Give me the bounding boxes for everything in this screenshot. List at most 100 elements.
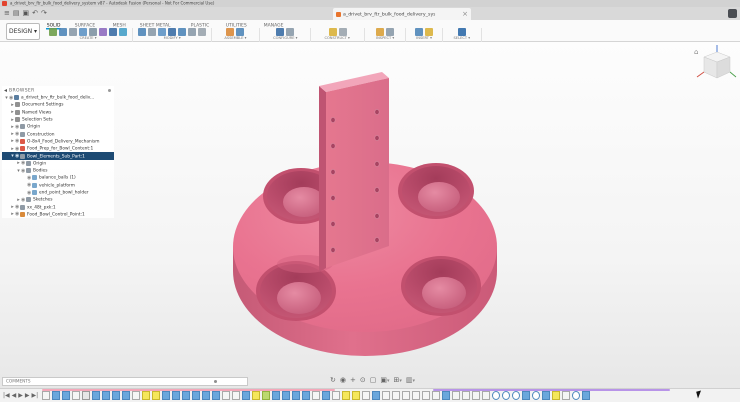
view-cube[interactable]: ⌂ (693, 44, 737, 94)
application-menu-icon[interactable]: ≡ (4, 9, 10, 18)
visibility-eye-icon[interactable]: ◉ (15, 153, 19, 159)
document-tab[interactable]: a_drivet_brv_ftr_bulk_food_delivery_syst… (333, 8, 471, 20)
timeline-feature-9[interactable] (122, 391, 130, 400)
group-label[interactable]: INSERT ▾ (416, 36, 432, 40)
display-settings-icon[interactable]: ▣▾ (380, 376, 389, 386)
tree-item[interactable]: ▸Named Views (2, 109, 114, 116)
group-label[interactable]: SELECT ▾ (454, 36, 471, 40)
measure-icon[interactable] (376, 28, 384, 36)
timeline-feature-14[interactable] (172, 391, 180, 400)
timeline-feature-37[interactable] (402, 391, 410, 400)
tree-item[interactable]: ▸◉xx_48t_pxk:1 (2, 203, 114, 210)
timeline-feature-3[interactable] (62, 391, 70, 400)
group-label[interactable]: ASSEMBLE ▾ (224, 36, 246, 40)
tree-item[interactable]: ▾◉a_drivet_brv_ftr_bulk_food_deliv... (2, 94, 114, 101)
play-icon[interactable]: ▶ (18, 392, 23, 400)
timeline-feature-35[interactable] (382, 391, 390, 400)
timeline-feature-24[interactable] (272, 391, 280, 400)
timeline-feature-18[interactable] (212, 391, 220, 400)
timeline-feature-25[interactable] (282, 391, 290, 400)
file-icon[interactable]: ▤ (13, 9, 20, 18)
split-body-icon[interactable] (188, 28, 196, 36)
timeline-feature-7[interactable] (102, 391, 110, 400)
tab-sheet-metal[interactable]: SHEET METAL (139, 22, 171, 27)
tree-item[interactable]: ◉balance_balls (1) (2, 174, 114, 181)
timeline-feature-44[interactable] (472, 391, 480, 400)
group-label[interactable]: CONFIGURE ▾ (273, 36, 297, 40)
visibility-eye-icon[interactable]: ◉ (15, 131, 19, 137)
redo-icon[interactable]: ↷ (41, 9, 47, 18)
go-to-end-icon[interactable]: ▶| (32, 392, 39, 400)
timeline-feature-19[interactable] (222, 391, 230, 400)
close-tab-icon[interactable]: × (462, 10, 468, 18)
group-label[interactable]: CREATE ▾ (80, 36, 97, 40)
tab-solid[interactable]: SOLID (46, 22, 61, 27)
viewports-icon[interactable]: ▥▾ (406, 376, 415, 386)
tree-item[interactable]: ▾◉Bodies (2, 167, 114, 174)
timeline-feature-23[interactable] (262, 391, 270, 400)
timeline-feature-39[interactable] (422, 391, 430, 400)
timeline-feature-26[interactable] (292, 391, 300, 400)
group-label[interactable]: INSPECT ▾ (376, 36, 394, 40)
insert-derive-icon[interactable] (415, 28, 423, 36)
configuration-icon[interactable] (276, 28, 284, 36)
timeline-feature-31[interactable] (342, 391, 350, 400)
new-component-icon[interactable] (226, 28, 234, 36)
create-sketch-icon[interactable] (49, 28, 57, 36)
extrude-icon[interactable] (59, 28, 67, 36)
undo-icon[interactable]: ↶ (32, 9, 38, 18)
tab-utilities[interactable]: UTILITIES (225, 22, 247, 27)
timeline-feature-5[interactable] (82, 391, 90, 400)
zoom-icon[interactable]: ⊙ (360, 376, 366, 385)
panel-options-icon[interactable] (108, 89, 111, 92)
timeline-feature-17[interactable] (202, 391, 210, 400)
comments-bar[interactable]: COMMENTS (2, 377, 248, 386)
pattern-icon[interactable] (99, 28, 107, 36)
timeline-feature-16[interactable] (192, 391, 200, 400)
construction-axis-icon[interactable] (339, 28, 347, 36)
grid-layout-icon[interactable]: ⊞▾ (394, 376, 402, 386)
timeline-feature-20[interactable] (232, 391, 240, 400)
timeline-feature-34[interactable] (372, 391, 380, 400)
tree-item[interactable]: ◉end_point_bowl_holder (2, 189, 114, 196)
press-pull-icon[interactable] (138, 28, 146, 36)
timeline-feature-53[interactable] (562, 391, 570, 400)
workspace-selector[interactable]: DESIGN ▾ (6, 23, 40, 40)
fit-icon[interactable]: ▢ (370, 376, 377, 385)
orbit-icon[interactable]: ↻ (330, 376, 336, 385)
pan-icon[interactable]: + (350, 376, 356, 385)
offset-plane-icon[interactable] (329, 28, 337, 36)
tree-item[interactable]: ▸◉Origin (2, 160, 114, 167)
timeline-feature-28[interactable] (312, 391, 320, 400)
tab-manage[interactable]: MANAGE (263, 22, 284, 27)
timeline-feature-38[interactable] (412, 391, 420, 400)
timeline-feature-51[interactable] (542, 391, 550, 400)
timeline-feature-49[interactable] (522, 391, 530, 400)
user-avatar[interactable] (728, 9, 737, 18)
group-label[interactable]: MODIFY ▾ (163, 36, 180, 40)
timeline-feature-29[interactable] (322, 391, 330, 400)
sweep-icon[interactable] (79, 28, 87, 36)
insert-mesh-icon[interactable] (425, 28, 433, 36)
tree-item[interactable]: ▸◉O-8x4_Food_Delivery_Mechanism (2, 138, 114, 145)
viewport-canvas[interactable]: ⌂ ◂ BROWSER ▾◉a_drivet_brv_ftr_bulk_food… (0, 42, 740, 402)
timeline-feature-8[interactable] (112, 391, 120, 400)
collapse-panel-icon[interactable]: ◂ (4, 87, 7, 94)
timeline-feature-43[interactable] (462, 391, 470, 400)
select-icon[interactable] (458, 28, 466, 36)
timeline-feature-42[interactable] (452, 391, 460, 400)
timeline-feature-2[interactable] (52, 391, 60, 400)
timeline-feature-33[interactable] (362, 391, 370, 400)
timeline-feature-52[interactable] (552, 391, 560, 400)
visibility-eye-icon[interactable]: ◉ (21, 197, 25, 203)
timeline-feature-10[interactable] (132, 391, 140, 400)
revolve-icon[interactable] (69, 28, 77, 36)
group-label[interactable]: CONSTRUCT ▾ (325, 36, 350, 40)
timeline-feature-13[interactable] (162, 391, 170, 400)
loft-icon[interactable] (89, 28, 97, 36)
fillet-icon[interactable] (148, 28, 156, 36)
timeline-feature-11[interactable] (142, 391, 150, 400)
timeline-feature-50[interactable] (532, 391, 540, 400)
timeline-feature-4[interactable] (72, 391, 80, 400)
timeline-feature-36[interactable] (392, 391, 400, 400)
